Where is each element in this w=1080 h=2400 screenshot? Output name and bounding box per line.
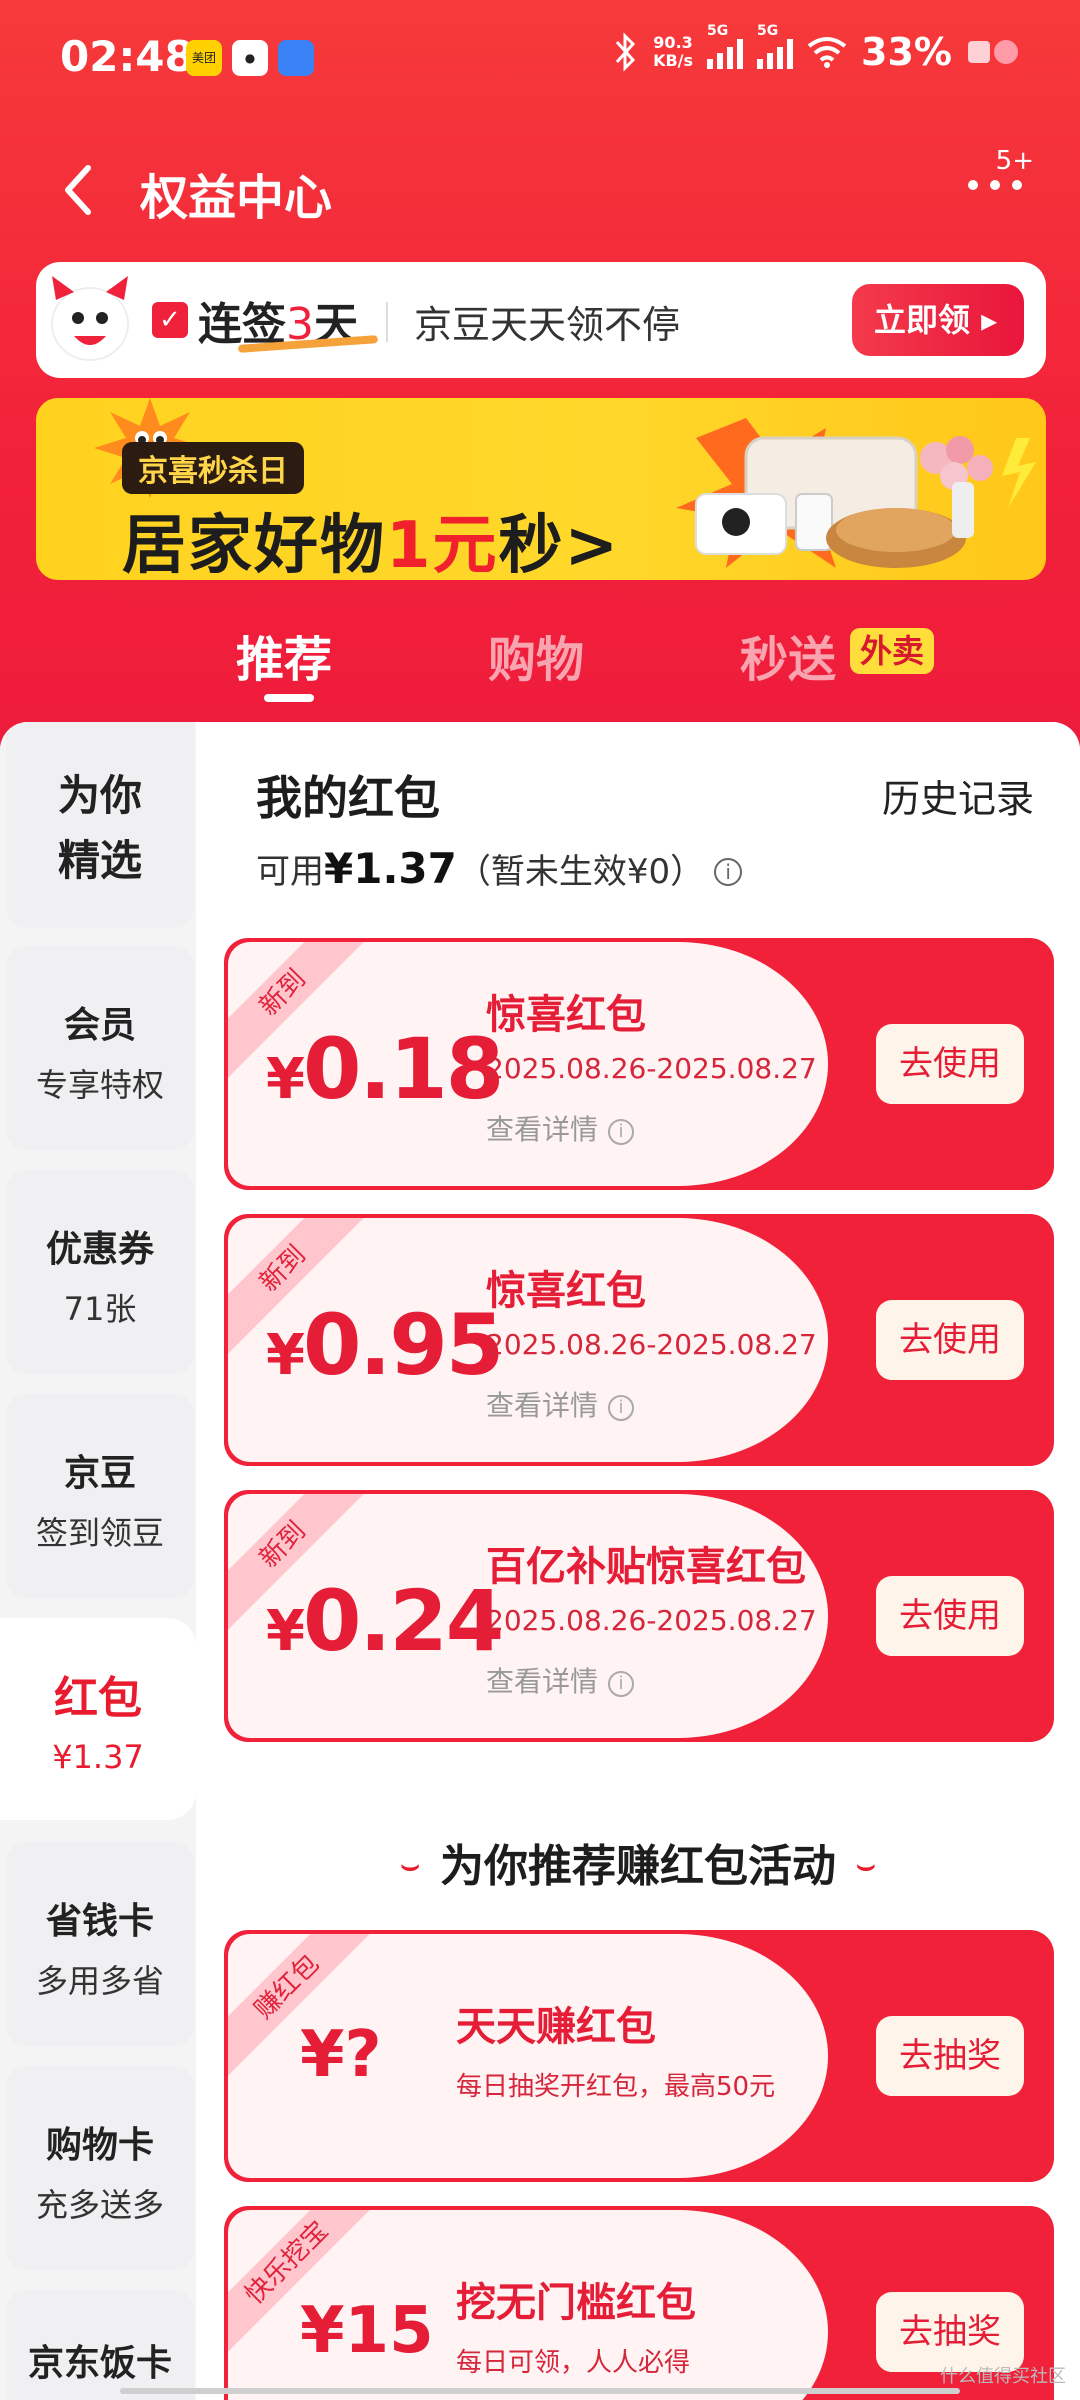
sidebar-item-red-packet[interactable]: 红包 ¥1.37	[0, 1618, 196, 1820]
packet-amount: ¥0.95	[266, 1296, 504, 1394]
activity-amount: ¥?	[300, 2018, 382, 2092]
use-button[interactable]: 去使用	[876, 1024, 1024, 1104]
battery-level: 33%	[861, 30, 952, 74]
view-details-link[interactable]: 查看详情 i	[486, 1384, 635, 1424]
red-packet-section: 我的红包 历史记录 可用¥1.37（暂未生效¥0） i 新到 ¥0.18 惊喜红包…	[196, 722, 1080, 2400]
sidebar-item-savings-card[interactable]: 省钱卡 多用多省	[6, 1842, 194, 2046]
info-icon: i	[608, 1671, 635, 1697]
sidebar-item-membership[interactable]: 会员 专享特权	[6, 946, 194, 1150]
info-icon[interactable]: i	[714, 858, 743, 886]
meituan-app-icon: 美团	[186, 40, 222, 76]
history-link[interactable]: 历史记录	[882, 768, 1034, 823]
tab-instant-delivery[interactable]: 秒送	[740, 620, 836, 690]
activity-description: 每日抽奖开红包，最高50元	[456, 2072, 776, 2102]
activity-card[interactable]: 快乐挖宝 ¥15 挖无门槛红包 每日可领，人人必得 去抽奖	[224, 2206, 1054, 2400]
tab-shopping[interactable]: 购物	[488, 620, 584, 690]
sidebar-item-jingdou[interactable]: 京豆 签到领豆	[6, 1394, 194, 1598]
claim-now-button[interactable]: 立即领 ▸	[852, 284, 1024, 356]
home-indicator[interactable]	[120, 2388, 960, 2394]
content-panel: 为你 精选 会员 专享特权 优惠券 71张 京豆 签到领豆 红包 ¥1.37 省…	[0, 722, 1080, 2400]
status-time: 02:48	[60, 32, 194, 81]
qq-app-icon: ●	[232, 40, 268, 76]
wifi-icon	[807, 37, 847, 68]
packet-amount: ¥0.24	[266, 1572, 504, 1670]
packet-validity: 2025.08.26-2025.08.27	[486, 1052, 817, 1085]
sidebar-item-shopping-card[interactable]: 购物卡 充多送多	[6, 2066, 194, 2270]
promo-title: 居家好物1元秒>	[122, 509, 621, 580]
takeout-badge: 外卖	[850, 628, 935, 674]
packet-amount: ¥0.18	[266, 1020, 504, 1118]
packet-validity: 2025.08.26-2025.08.27	[486, 1604, 817, 1637]
promo-banner[interactable]: 京喜秒杀日 居家好物1元秒>	[36, 398, 1046, 580]
available-balance: 可用¥1.37（暂未生效¥0） i	[256, 844, 743, 893]
activity-description: 每日可领，人人必得	[456, 2348, 691, 2378]
chevron-down-icon: ⌣	[400, 1848, 420, 1883]
checkbox-icon: ✓	[152, 302, 188, 338]
divider	[386, 302, 388, 342]
activity-amount: ¥15	[300, 2294, 434, 2368]
promo-tag: 京喜秒杀日	[122, 442, 304, 494]
watermark: 什么值得买社区	[940, 2366, 1066, 2387]
joy-mascot-icon	[51, 276, 129, 361]
more-menu-button[interactable]	[968, 180, 1022, 190]
recommend-heading: ⌣ 为你推荐赚红包活动 ⌣	[400, 1841, 876, 1892]
signin-streak: 连签3天	[198, 288, 379, 353]
files-app-icon	[278, 40, 314, 76]
use-button[interactable]: 去使用	[876, 1300, 1024, 1380]
network-speed: 90.3 KB/s	[653, 33, 694, 70]
activity-card[interactable]: 赚红包 ¥? 天天赚红包 每日抽奖开红包，最高50元 去抽奖	[224, 1930, 1054, 2182]
sidebar-item-coupons[interactable]: 优惠券 71张	[6, 1170, 194, 1374]
packet-name: 百亿补贴惊喜红包	[486, 1544, 806, 1590]
tab-recommend[interactable]: 推荐	[236, 620, 332, 690]
back-arrow-icon[interactable]	[58, 160, 98, 220]
top-tabs: 推荐 购物 秒送 外卖	[0, 620, 1080, 710]
battery-icon	[968, 40, 1018, 64]
sidebar: 为你 精选 会员 专享特权 优惠券 71张 京豆 签到领豆 红包 ¥1.37 省…	[0, 722, 196, 2400]
info-icon: i	[608, 1119, 635, 1145]
signal-icon: 5G	[707, 23, 744, 69]
section-title: 我的红包	[256, 771, 440, 825]
bluetooth-icon	[615, 32, 636, 72]
packet-name: 惊喜红包	[486, 1268, 646, 1314]
sidebar-item-picks[interactable]: 为你 精选	[6, 722, 194, 928]
red-packet-card[interactable]: 新到 ¥0.95 惊喜红包 2025.08.26-2025.08.27 查看详情…	[224, 1214, 1054, 1466]
product-collage-image	[676, 418, 1036, 568]
tab-indicator	[264, 694, 314, 702]
signal-icon: 5G	[757, 23, 794, 69]
activity-name: 天天赚红包	[456, 2004, 656, 2050]
nav-bar: 权益中心 5+	[0, 140, 1080, 240]
chevron-down-icon: ⌣	[856, 1848, 876, 1883]
info-icon: i	[608, 1395, 635, 1421]
draw-button[interactable]: 去抽奖	[876, 2292, 1024, 2372]
packet-validity: 2025.08.26-2025.08.27	[486, 1328, 817, 1361]
sidebar-item-meal-card[interactable]: 京东饭卡	[6, 2290, 194, 2400]
red-packet-card[interactable]: 新到 ¥0.24 百亿补贴惊喜红包 2025.08.26-2025.08.27 …	[224, 1490, 1054, 1742]
packet-name: 惊喜红包	[486, 992, 646, 1038]
red-packet-card[interactable]: 新到 ¥0.18 惊喜红包 2025.08.26-2025.08.27 查看详情…	[224, 938, 1054, 1190]
view-details-link[interactable]: 查看详情 i	[486, 1660, 635, 1700]
status-bar: 02:48 美团 ● 90.3 KB/s 5G 5G 33%	[0, 0, 1080, 120]
draw-button[interactable]: 去抽奖	[876, 2016, 1024, 2096]
signin-subtitle: 京豆天天领不停	[414, 303, 681, 347]
signin-banner[interactable]: ✓ 连签3天 京豆天天领不停 立即领 ▸	[36, 262, 1046, 378]
view-details-link[interactable]: 查看详情 i	[486, 1108, 635, 1148]
page-title: 权益中心	[140, 170, 333, 226]
notification-badge: 5+	[995, 146, 1034, 176]
activity-name: 挖无门槛红包	[456, 2280, 696, 2326]
use-button[interactable]: 去使用	[876, 1576, 1024, 1656]
